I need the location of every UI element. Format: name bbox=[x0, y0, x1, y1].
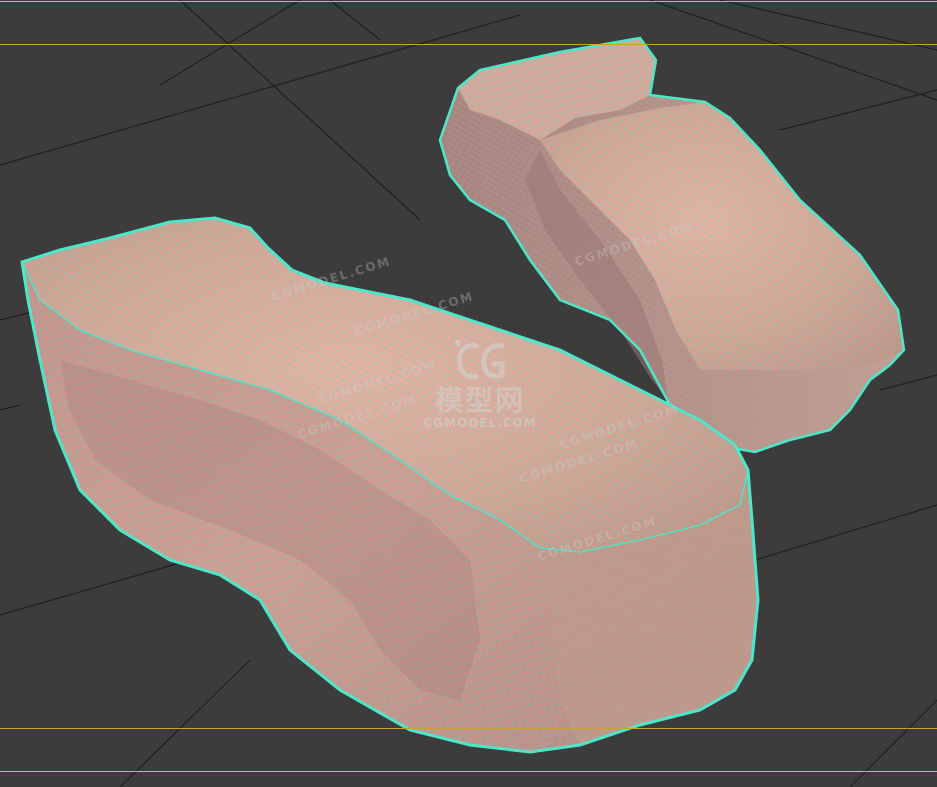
viewport-bottom-edge bbox=[0, 771, 937, 772]
3d-viewport[interactable]: CGMODEL.COM CGMODEL.COM CGMODEL.COM CGMO… bbox=[0, 0, 937, 787]
viewport-top-edge bbox=[0, 1, 937, 2]
viewport-scene[interactable] bbox=[0, 0, 937, 787]
safe-frame-top-line bbox=[0, 44, 937, 45]
safe-frame-bottom-line bbox=[0, 728, 937, 729]
